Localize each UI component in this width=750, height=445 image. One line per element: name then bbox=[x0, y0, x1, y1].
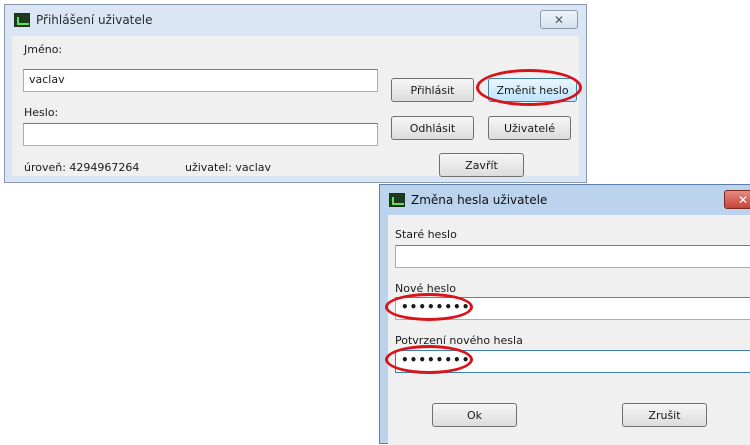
user-text: uživatel: vaclav bbox=[185, 161, 271, 174]
password-field[interactable] bbox=[23, 123, 378, 146]
close-button[interactable]: Zavřít bbox=[439, 153, 524, 177]
old-password-label: Staré heslo bbox=[395, 228, 457, 241]
users-button[interactable]: Uživatelé bbox=[488, 116, 571, 140]
change-password-window-titlebar[interactable]: Změna hesla uživatele bbox=[380, 185, 750, 215]
login-window-close-icon[interactable]: ✕ bbox=[540, 10, 578, 29]
username-field[interactable]: vaclav bbox=[23, 69, 378, 92]
change-password-window-client: Staré heslo Nové heslo •••••••• Potvrzen… bbox=[388, 215, 750, 445]
login-window: Přihlášení uživatele ✕ Jméno: vaclav Hes… bbox=[4, 4, 587, 183]
level-text: úroveň: 4294967264 bbox=[24, 161, 140, 174]
new-password-field[interactable]: •••••••• bbox=[395, 297, 750, 320]
change-password-window-title: Změna hesla uživatele bbox=[411, 193, 548, 207]
logout-button[interactable]: Odhlásit bbox=[391, 116, 474, 140]
login-window-titlebar[interactable]: Přihlášení uživatele bbox=[5, 5, 586, 35]
change-password-button[interactable]: Změnit heslo bbox=[488, 78, 577, 102]
username-label: Jméno: bbox=[24, 43, 63, 56]
confirm-password-field[interactable]: •••••••• bbox=[395, 350, 750, 373]
new-password-label: Nové heslo bbox=[395, 282, 456, 295]
ok-button[interactable]: Ok bbox=[432, 403, 517, 427]
login-window-client: Jméno: vaclav Heslo: úroveň: 4294967264 … bbox=[12, 36, 579, 177]
login-button[interactable]: Přihlásit bbox=[391, 78, 474, 102]
cancel-button[interactable]: Zrušit bbox=[622, 403, 707, 427]
confirm-password-label: Potvrzení nového hesla bbox=[395, 334, 523, 347]
password-label: Heslo: bbox=[24, 106, 59, 119]
app-icon bbox=[389, 193, 405, 207]
old-password-field[interactable] bbox=[395, 245, 750, 268]
change-password-window: Změna hesla uživatele ✕ Staré heslo Nové… bbox=[379, 184, 750, 445]
login-window-title: Přihlášení uživatele bbox=[36, 13, 153, 27]
change-password-window-close-icon[interactable]: ✕ bbox=[724, 190, 750, 209]
app-icon bbox=[14, 13, 30, 27]
